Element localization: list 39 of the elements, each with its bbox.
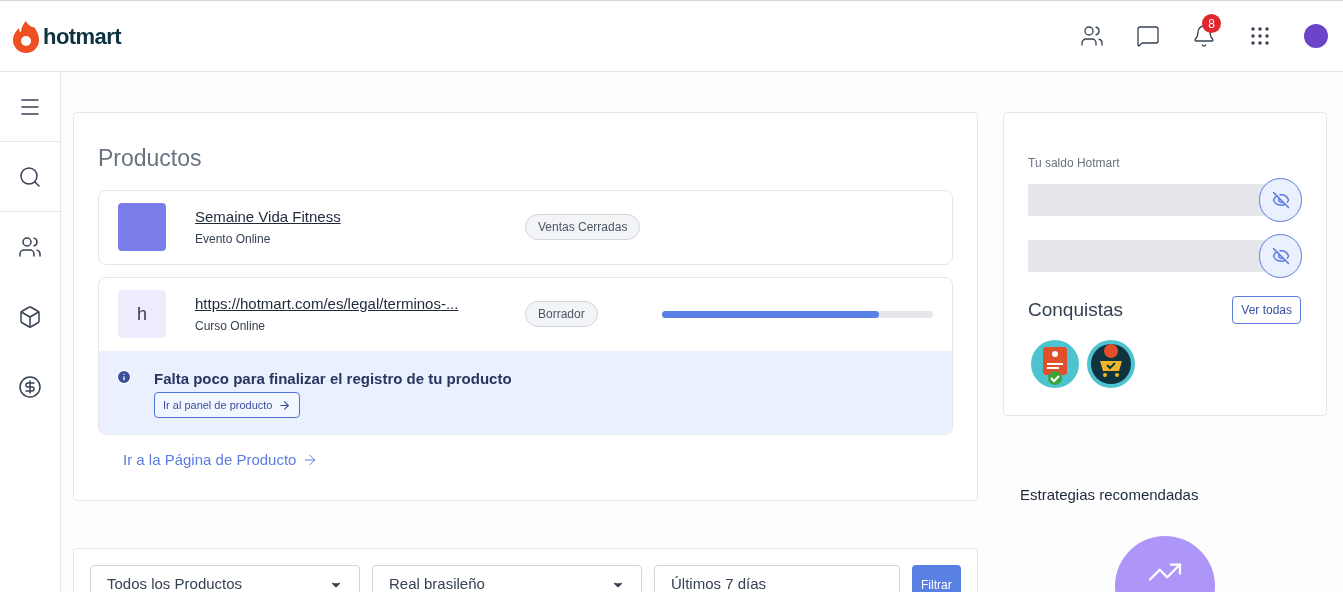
balance-label: Tu saldo Hotmart — [1028, 156, 1120, 170]
achievements-title: Conquistas — [1028, 298, 1124, 322]
product-initial: h — [118, 290, 166, 338]
period-field[interactable]: Últimos 7 días — [654, 564, 900, 592]
box-icon[interactable] — [18, 305, 42, 329]
dollar-icon[interactable] — [18, 375, 42, 399]
flame-logo-icon — [13, 19, 39, 53]
profile-badge-icon — [1030, 338, 1080, 389]
avatar[interactable] — [1304, 24, 1328, 48]
info-icon — [116, 368, 132, 385]
cart-badge-icon — [1086, 338, 1136, 389]
notification-badge: 8 — [1202, 14, 1221, 33]
product-link[interactable]: https://hotmart.com/es/legal/terminos-... — [195, 292, 525, 316]
notice-text: Falta poco para finalizar el registro de tu producto — [154, 368, 512, 389]
people-icon[interactable] — [18, 235, 42, 259]
panel-button[interactable]: Ir al panel de producto — [154, 392, 301, 418]
product-type: Evento Online — [195, 231, 272, 249]
eye-off-icon — [1271, 247, 1290, 265]
status-tag: Ventas Cerradas — [525, 214, 641, 240]
arrow-right-icon — [278, 398, 292, 412]
currency-select[interactable]: Real brasileño — [372, 564, 642, 592]
hide-toggle-button[interactable] — [1259, 178, 1302, 222]
strategies-title: Estrategias recomendadas — [1020, 484, 1200, 505]
product-select[interactable]: Todos los Productos — [90, 564, 360, 592]
product-link[interactable]: Semaine Vida Fitness — [195, 205, 525, 229]
product-type: Curso Online — [195, 318, 267, 336]
search-icon[interactable] — [18, 164, 42, 189]
view-all-button[interactable]: Ver todas — [1232, 296, 1301, 325]
product-page-link[interactable]: Ir a la Página de Producto — [123, 449, 319, 472]
people-icon[interactable] — [1080, 24, 1104, 48]
section-title: Productos — [98, 144, 203, 173]
product-thumbnail — [118, 203, 166, 251]
logo-text: hotmart — [43, 22, 122, 51]
filter-button[interactable]: Filtrar — [912, 564, 961, 592]
eye-off-icon — [1271, 191, 1290, 209]
hide-toggle-button[interactable] — [1259, 234, 1302, 278]
apps-grid-icon[interactable] — [1248, 24, 1272, 48]
status-tag: Borrador — [525, 301, 598, 327]
chat-icon[interactable] — [1136, 24, 1160, 48]
